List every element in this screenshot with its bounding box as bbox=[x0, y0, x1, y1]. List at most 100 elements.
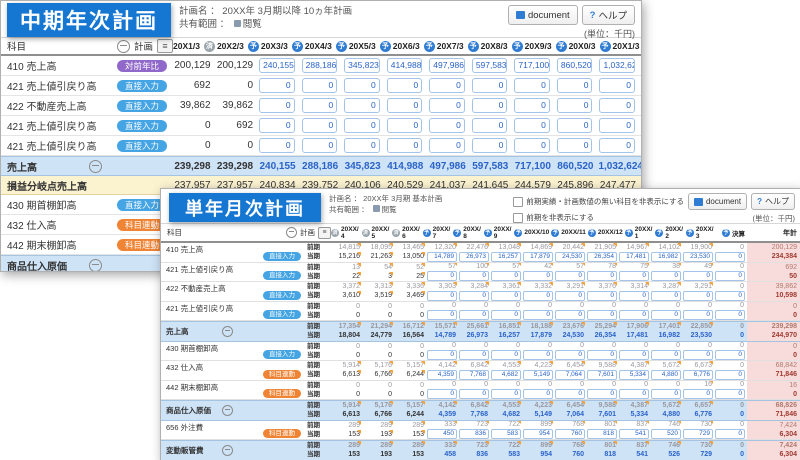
hide-empty-accounts-checkbox[interactable]: 前期実績・計画数値の無い科目を非表示にする bbox=[513, 196, 684, 207]
value-input[interactable]: 0 bbox=[491, 271, 521, 281]
value-input[interactable]: 16,257 bbox=[491, 252, 521, 262]
value-input[interactable]: 0 bbox=[555, 350, 585, 360]
value-input[interactable]: 0 bbox=[344, 118, 380, 133]
value-input[interactable]: 14,789 bbox=[427, 252, 457, 262]
value-input[interactable]: 7,064 bbox=[555, 370, 585, 380]
input-method-badge[interactable]: 直接入力 bbox=[117, 140, 167, 152]
value-input[interactable]: 0 bbox=[715, 291, 745, 301]
input-method-badge[interactable]: 直接入力 bbox=[263, 291, 301, 300]
value-input[interactable]: 0 bbox=[259, 138, 295, 153]
value-input[interactable]: 0 bbox=[715, 350, 745, 360]
value-input[interactable]: 0 bbox=[429, 98, 465, 113]
value-input[interactable]: 0 bbox=[599, 138, 635, 153]
value-input[interactable]: 0 bbox=[514, 138, 550, 153]
value-input[interactable]: 0 bbox=[715, 271, 745, 281]
value-input[interactable]: 597,583 bbox=[472, 58, 508, 73]
value-input[interactable]: 0 bbox=[599, 78, 635, 93]
value-input[interactable]: 0 bbox=[491, 350, 521, 360]
value-input[interactable]: 23,530 bbox=[683, 252, 713, 262]
collapse-icon[interactable] bbox=[222, 326, 233, 337]
value-input[interactable]: 0 bbox=[619, 389, 649, 399]
value-input[interactable]: 729 bbox=[683, 429, 713, 439]
value-input[interactable]: 0 bbox=[683, 350, 713, 360]
value-input[interactable]: 541 bbox=[619, 429, 649, 439]
value-input[interactable]: 0 bbox=[587, 350, 617, 360]
value-input[interactable]: 7,601 bbox=[587, 370, 617, 380]
value-input[interactable]: 0 bbox=[619, 310, 649, 320]
value-input[interactable]: 0 bbox=[344, 98, 380, 113]
value-input[interactable]: 0 bbox=[387, 138, 423, 153]
value-input[interactable]: 954 bbox=[523, 429, 553, 439]
value-input[interactable]: 0 bbox=[555, 310, 585, 320]
value-input[interactable]: 6,776 bbox=[683, 370, 713, 380]
value-input[interactable]: 0 bbox=[651, 389, 681, 399]
input-method-badge[interactable]: 科目連動 bbox=[263, 429, 301, 438]
input-method-badge[interactable]: 直接入力 bbox=[117, 100, 167, 112]
value-input[interactable]: 7,768 bbox=[459, 370, 489, 380]
value-input[interactable]: 0 bbox=[491, 310, 521, 320]
value-input[interactable]: 0 bbox=[587, 291, 617, 301]
value-input[interactable]: 860,520 bbox=[557, 58, 593, 73]
value-input[interactable]: 0 bbox=[514, 98, 550, 113]
value-input[interactable]: 288,186 bbox=[302, 58, 338, 73]
value-input[interactable]: 0 bbox=[459, 389, 489, 399]
value-input[interactable]: 0 bbox=[302, 78, 338, 93]
value-input[interactable]: 0 bbox=[427, 291, 457, 301]
value-input[interactable]: 0 bbox=[555, 389, 585, 399]
value-input[interactable]: 760 bbox=[555, 429, 585, 439]
input-method-badge[interactable]: 直接入力 bbox=[117, 120, 167, 132]
value-input[interactable]: 0 bbox=[523, 310, 553, 320]
input-method-badge[interactable]: 直接入力 bbox=[263, 310, 301, 319]
collapse-icon[interactable] bbox=[222, 445, 233, 456]
value-input[interactable]: 497,986 bbox=[429, 58, 465, 73]
collapse-icon[interactable] bbox=[89, 160, 102, 173]
value-input[interactable]: 0 bbox=[459, 271, 489, 281]
value-input[interactable]: 0 bbox=[555, 291, 585, 301]
value-input[interactable]: 0 bbox=[427, 389, 457, 399]
input-method-badge[interactable]: 直接入力 bbox=[263, 350, 301, 359]
value-input[interactable]: 5,149 bbox=[523, 370, 553, 380]
value-input[interactable]: 0 bbox=[459, 291, 489, 301]
value-input[interactable]: 0 bbox=[557, 98, 593, 113]
value-input[interactable]: 0 bbox=[557, 78, 593, 93]
value-input[interactable]: 240,155 bbox=[259, 58, 295, 73]
value-input[interactable]: 0 bbox=[587, 271, 617, 281]
value-input[interactable]: 0 bbox=[302, 138, 338, 153]
value-input[interactable]: 0 bbox=[387, 78, 423, 93]
input-method-badge[interactable]: 直接入力 bbox=[263, 271, 301, 280]
value-input[interactable]: 0 bbox=[599, 118, 635, 133]
value-input[interactable]: 0 bbox=[715, 252, 745, 262]
value-input[interactable]: 4,880 bbox=[651, 370, 681, 380]
value-input[interactable]: 0 bbox=[651, 350, 681, 360]
value-input[interactable]: 0 bbox=[715, 429, 745, 439]
value-input[interactable]: 0 bbox=[523, 350, 553, 360]
hide-previous-period-checkbox[interactable]: 前期を非表示にする bbox=[513, 212, 594, 223]
value-input[interactable]: 0 bbox=[344, 138, 380, 153]
value-input[interactable]: 0 bbox=[302, 98, 338, 113]
value-input[interactable]: 717,100 bbox=[514, 58, 550, 73]
value-input[interactable]: 0 bbox=[491, 291, 521, 301]
list-settings-icon[interactable]: ≡ bbox=[318, 227, 331, 239]
value-input[interactable]: 5,334 bbox=[619, 370, 649, 380]
value-input[interactable]: 0 bbox=[472, 98, 508, 113]
value-input[interactable]: 16,982 bbox=[651, 252, 681, 262]
value-input[interactable]: 0 bbox=[429, 118, 465, 133]
value-input[interactable]: 26,973 bbox=[459, 252, 489, 262]
collapse-icon[interactable] bbox=[222, 405, 233, 416]
value-input[interactable]: 0 bbox=[459, 310, 489, 320]
value-input[interactable]: 0 bbox=[555, 271, 585, 281]
value-input[interactable]: 0 bbox=[683, 291, 713, 301]
value-input[interactable]: 0 bbox=[587, 310, 617, 320]
value-input[interactable]: 0 bbox=[514, 78, 550, 93]
value-input[interactable]: 818 bbox=[587, 429, 617, 439]
value-input[interactable]: 4,359 bbox=[427, 370, 457, 380]
value-input[interactable]: 583 bbox=[491, 429, 521, 439]
value-input[interactable]: 0 bbox=[599, 98, 635, 113]
collapse-all-icon[interactable] bbox=[286, 227, 297, 238]
value-input[interactable]: 0 bbox=[302, 118, 338, 133]
value-input[interactable]: 0 bbox=[523, 271, 553, 281]
value-input[interactable]: 0 bbox=[651, 291, 681, 301]
value-input[interactable]: 17,481 bbox=[619, 252, 649, 262]
value-input[interactable]: 0 bbox=[491, 389, 521, 399]
document-button[interactable]: document bbox=[508, 5, 578, 25]
